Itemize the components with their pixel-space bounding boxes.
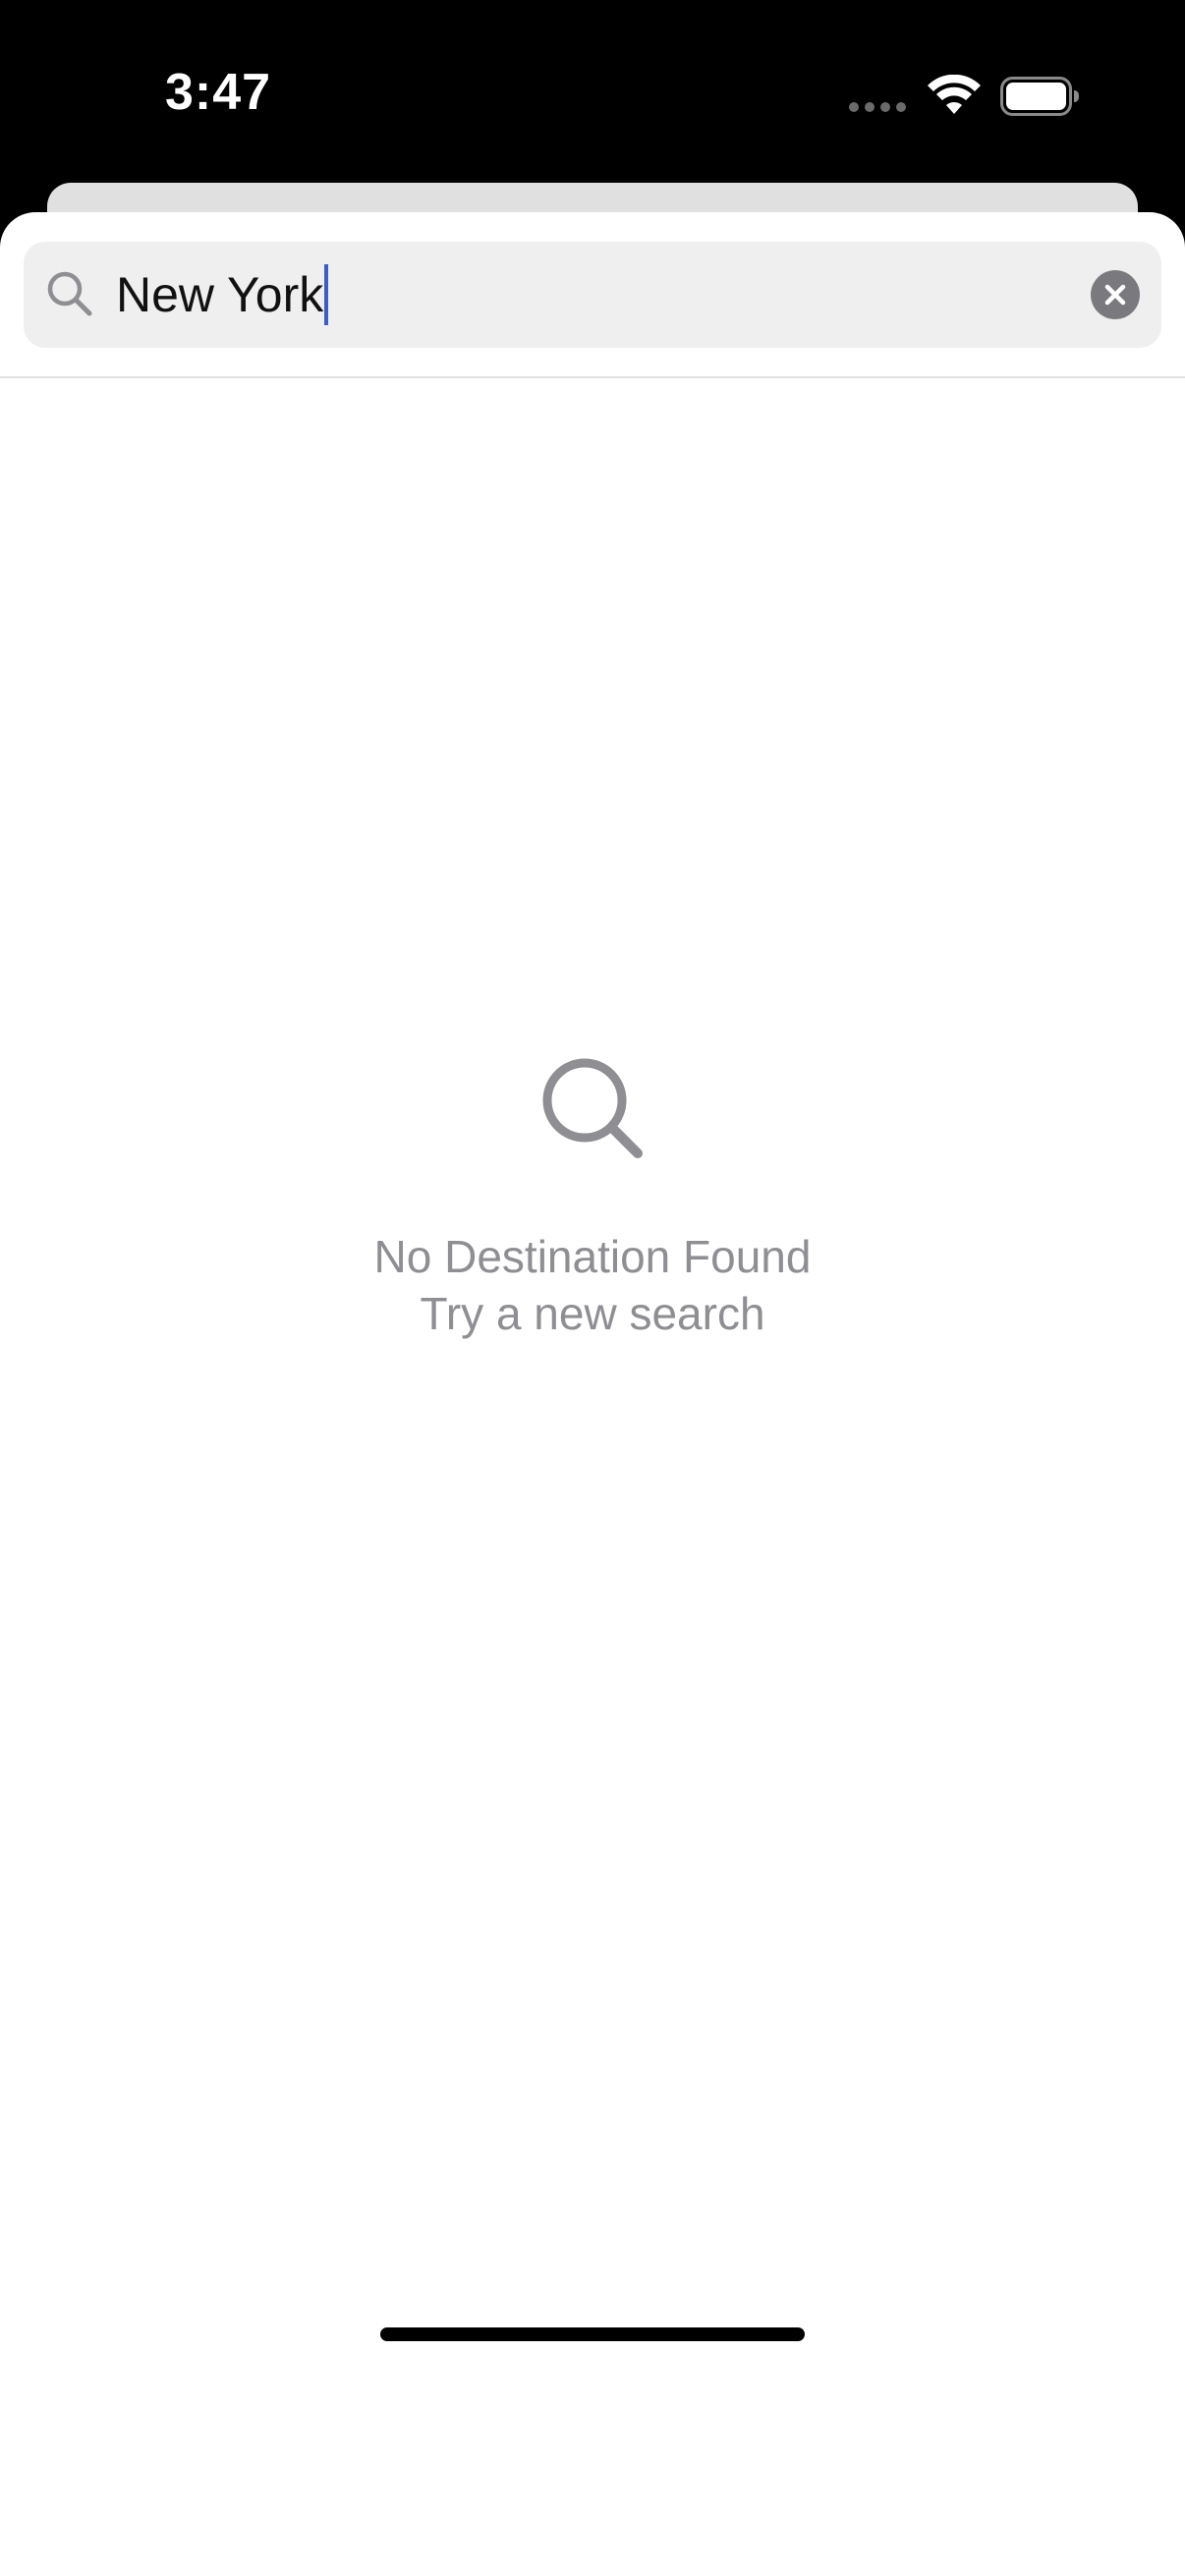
- search-divider: [0, 376, 1185, 378]
- empty-state-subtitle: Try a new search: [420, 1288, 765, 1339]
- status-time: 3:47: [165, 64, 272, 121]
- search-icon: [47, 271, 92, 316]
- search-sheet: New York: [0, 212, 1185, 2576]
- empty-state: No Destination Found Try a new search: [0, 1051, 1185, 1342]
- clear-icon: [1104, 284, 1126, 306]
- battery-icon: [1000, 77, 1079, 116]
- search-bar[interactable]: New York: [24, 242, 1161, 348]
- wifi-icon: [928, 75, 981, 114]
- search-icon: [542, 1058, 643, 1158]
- clear-search-button[interactable]: [1091, 270, 1140, 319]
- home-indicator[interactable]: [380, 2327, 805, 2341]
- screen: 3:47 New York No Destination Found Try a…: [0, 0, 1185, 2576]
- search-input-value: New York: [116, 267, 324, 322]
- cellular-signal-icon: [849, 102, 906, 112]
- text-cursor: [324, 263, 329, 325]
- status-bar: 3:47: [0, 0, 1185, 187]
- empty-state-title: No Destination Found: [373, 1231, 812, 1282]
- search-input[interactable]: New York: [116, 259, 1000, 330]
